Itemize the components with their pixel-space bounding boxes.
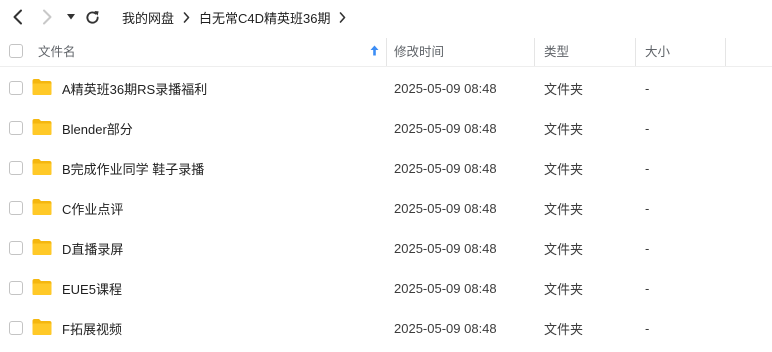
column-divider[interactable] <box>534 38 535 66</box>
forward-button[interactable] <box>38 8 56 26</box>
folder-icon <box>32 239 52 255</box>
breadcrumb-item-current-folder[interactable]: 白无常C4D精英班36期 <box>199 8 330 27</box>
table-row[interactable]: D直播录屏 2025-05-09 08:48 文件夹 - <box>0 228 772 268</box>
folder-icon <box>32 159 52 175</box>
row-checkbox[interactable] <box>9 241 23 255</box>
chevron-right-icon <box>43 9 52 25</box>
chevron-left-icon <box>13 9 22 25</box>
file-type: 文件夹 <box>544 161 584 177</box>
file-size: - <box>645 280 650 296</box>
column-divider[interactable] <box>635 38 636 66</box>
modified-time: 2025-05-09 08:48 <box>394 320 497 336</box>
file-type: 文件夹 <box>544 321 584 337</box>
breadcrumb-separator-icon <box>183 11 190 23</box>
select-all-checkbox[interactable] <box>9 44 23 58</box>
file-size: - <box>645 120 650 136</box>
file-name[interactable]: D直播录屏 <box>62 228 123 268</box>
row-checkbox[interactable] <box>9 161 23 175</box>
breadcrumb: 我的网盘 白无常C4D精英班36期 <box>122 0 355 34</box>
column-divider[interactable] <box>386 38 387 66</box>
modified-time: 2025-05-09 08:48 <box>394 160 497 176</box>
table-row[interactable]: F拓展视频 2025-05-09 08:48 文件夹 - <box>0 308 772 348</box>
file-type: 文件夹 <box>544 281 584 297</box>
table-row[interactable]: A精英班36期RS录播福利 2025-05-09 08:48 文件夹 - <box>0 68 772 108</box>
file-size: - <box>645 320 650 336</box>
breadcrumb-separator-icon <box>339 11 346 23</box>
breadcrumb-item-my-drive[interactable]: 我的网盘 <box>122 8 174 27</box>
folder-icon <box>32 279 52 295</box>
folder-icon <box>32 119 52 135</box>
file-size: - <box>645 240 650 256</box>
modified-time: 2025-05-09 08:48 <box>394 120 497 136</box>
folder-icon <box>32 199 52 215</box>
file-size: - <box>645 80 650 96</box>
file-name[interactable]: C作业点评 <box>62 188 123 228</box>
toolbar: 我的网盘 白无常C4D精英班36期 <box>0 0 772 34</box>
file-type: 文件夹 <box>544 81 584 97</box>
file-size: - <box>645 200 650 216</box>
table-row[interactable]: Blender部分 2025-05-09 08:48 文件夹 - <box>0 108 772 148</box>
file-name[interactable]: F拓展视频 <box>62 308 122 348</box>
history-dropdown-button[interactable] <box>65 10 77 24</box>
refresh-button[interactable] <box>82 7 102 27</box>
file-size: - <box>645 160 650 176</box>
row-checkbox[interactable] <box>9 121 23 135</box>
column-header-type[interactable]: 类型 <box>544 34 569 67</box>
modified-time: 2025-05-09 08:48 <box>394 200 497 216</box>
column-divider[interactable] <box>725 38 726 66</box>
column-header-name[interactable]: 文件名 <box>38 34 76 67</box>
file-name[interactable]: EUE5课程 <box>62 268 122 308</box>
file-name[interactable]: B完成作业同学 鞋子录播 <box>62 148 204 188</box>
row-checkbox[interactable] <box>9 321 23 335</box>
modified-time: 2025-05-09 08:48 <box>394 240 497 256</box>
file-type: 文件夹 <box>544 201 584 217</box>
file-name[interactable]: A精英班36期RS录播福利 <box>62 68 207 108</box>
column-header-modified[interactable]: 修改时间 <box>394 34 444 67</box>
modified-time: 2025-05-09 08:48 <box>394 280 497 296</box>
row-checkbox[interactable] <box>9 201 23 215</box>
caret-down-icon <box>67 14 75 20</box>
back-button[interactable] <box>9 8 27 26</box>
sort-ascending-icon[interactable] <box>370 34 382 67</box>
row-checkbox[interactable] <box>9 81 23 95</box>
file-type: 文件夹 <box>544 241 584 257</box>
table-row[interactable]: B完成作业同学 鞋子录播 2025-05-09 08:48 文件夹 - <box>0 148 772 188</box>
table-row[interactable]: C作业点评 2025-05-09 08:48 文件夹 - <box>0 188 772 228</box>
column-header-size[interactable]: 大小 <box>645 34 670 67</box>
table-row[interactable]: EUE5课程 2025-05-09 08:48 文件夹 - <box>0 268 772 308</box>
file-list-header: 文件名 修改时间 类型 大小 <box>0 34 772 67</box>
file-type: 文件夹 <box>544 121 584 137</box>
folder-icon <box>32 319 52 335</box>
refresh-icon <box>85 10 99 24</box>
row-checkbox[interactable] <box>9 281 23 295</box>
folder-icon <box>32 79 52 95</box>
modified-time: 2025-05-09 08:48 <box>394 80 497 96</box>
file-name[interactable]: Blender部分 <box>62 108 133 148</box>
